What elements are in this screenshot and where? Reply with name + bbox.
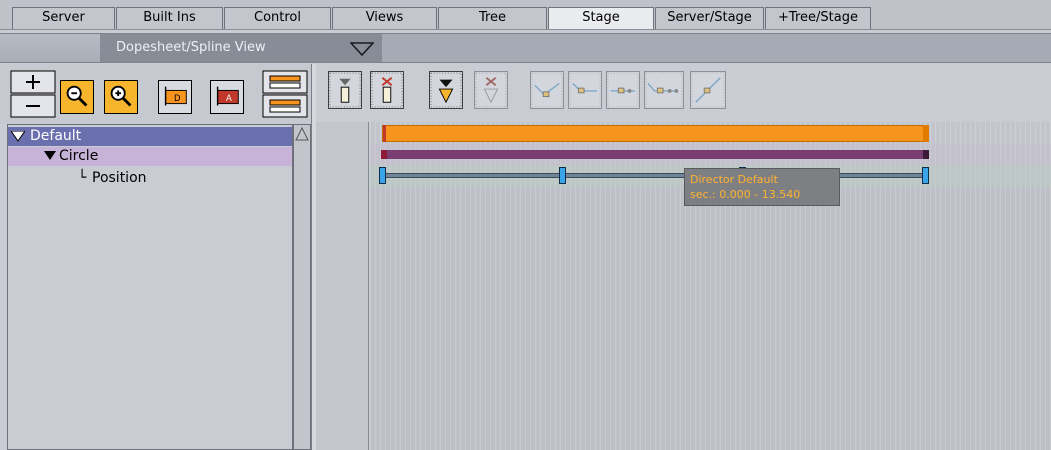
svg-text:D: D — [174, 93, 181, 103]
tree-row-label: Position — [92, 170, 147, 186]
actor-bar[interactable] — [382, 150, 929, 159]
tree-row-label: Default — [30, 128, 82, 144]
tab-tree-stage[interactable]: +Tree/Stage — [765, 7, 871, 29]
stack-toggle-icon[interactable] — [262, 70, 308, 118]
director-start-handle[interactable] — [383, 125, 386, 142]
add-marker-icon[interactable] — [429, 71, 463, 109]
director-end-handle[interactable] — [923, 125, 929, 142]
zoom-out-icon[interactable] — [60, 80, 94, 114]
keyframe-marker[interactable] — [379, 167, 386, 184]
expand-triangle-icon[interactable] — [44, 151, 56, 161]
tooltip-title: Director Default — [690, 173, 778, 186]
view-selector-bar: Dopesheet/Spline View — [0, 33, 1051, 63]
tree-row-default[interactable]: Default — [8, 127, 292, 146]
spline-ease-out-icon[interactable] — [568, 71, 602, 109]
tree-scrollbar[interactable] — [293, 124, 311, 450]
actor-start-handle[interactable] — [381, 150, 387, 159]
svg-text:A: A — [226, 93, 232, 103]
spline-ease-both-icon[interactable] — [644, 71, 684, 109]
view-dropdown[interactable]: Dopesheet/Spline View — [100, 34, 382, 62]
delete-keyframe-icon[interactable] — [370, 71, 404, 109]
timeline-gutter — [316, 122, 369, 450]
director-tooltip: Director Default sec.: 0.000 - 13.540 — [684, 168, 840, 206]
view-bar-spacer — [0, 34, 100, 62]
zoom-in-icon[interactable] — [104, 80, 138, 114]
keyframe-marker[interactable] — [922, 167, 929, 184]
tree-panel: Default Circle └ Position — [7, 124, 293, 450]
tree-row-position[interactable]: └ Position — [8, 169, 292, 188]
view-dropdown-value: Dopesheet/Spline View — [116, 40, 266, 55]
tooltip-time-range: sec.: 0.000 - 13.540 — [690, 188, 801, 201]
tree-branch-connector: └ — [78, 170, 87, 186]
expand-triangle-icon[interactable] — [11, 131, 25, 142]
scroll-up-icon[interactable] — [295, 126, 309, 142]
tab-tree[interactable]: Tree — [438, 7, 547, 29]
main-tab-bar: Server Built Ins Control Views Tree Stag… — [0, 0, 1051, 30]
spline-ease-in-icon[interactable] — [530, 71, 564, 109]
tab-server-stage[interactable]: Server/Stage — [655, 7, 764, 29]
delete-marker-icon[interactable] — [474, 71, 508, 109]
tab-control[interactable]: Control — [224, 7, 331, 29]
director-bar[interactable] — [382, 125, 929, 142]
tab-stage[interactable]: Stage — [548, 7, 654, 29]
keyframe-marker[interactable] — [559, 167, 566, 184]
tree-toolbar: D A — [0, 64, 316, 124]
view-bar-fill — [382, 34, 1051, 62]
tab-server[interactable]: Server — [12, 7, 115, 29]
spline-curve-icon[interactable] — [690, 71, 726, 109]
tag-director-icon[interactable]: D — [158, 80, 192, 114]
tab-built-ins[interactable]: Built Ins — [116, 7, 223, 29]
zoom-plus-minus-icon[interactable] — [10, 70, 56, 118]
tree-row-label: Circle — [59, 148, 99, 164]
timeline-toolbar — [316, 64, 1051, 122]
tab-views[interactable]: Views — [332, 7, 437, 29]
tag-action-icon[interactable]: A — [210, 80, 244, 114]
tree-row-circle[interactable]: Circle — [8, 147, 292, 166]
actor-end-handle[interactable] — [923, 150, 929, 159]
spline-linear-icon[interactable] — [606, 71, 640, 109]
chevron-down-icon[interactable] — [350, 42, 374, 56]
position-track — [382, 173, 929, 178]
dopesheet-timeline[interactable]: Director Default sec.: 0.000 - 13.540 — [370, 122, 1051, 450]
add-keyframe-icon[interactable] — [328, 71, 362, 109]
